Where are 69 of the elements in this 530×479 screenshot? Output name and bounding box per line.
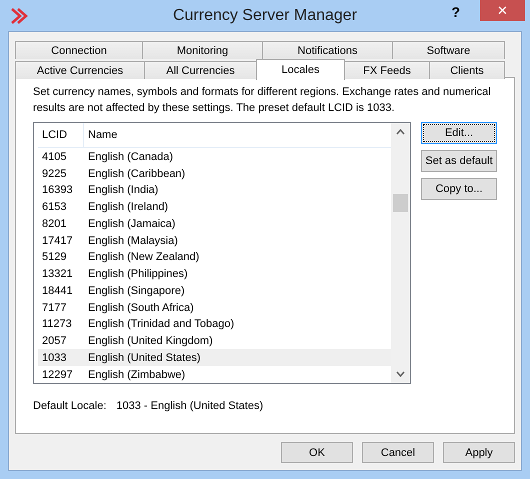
name-cell-text: English (Singapore): [87, 284, 186, 297]
lcid-cell-text: 12297: [41, 368, 74, 381]
list-row[interactable]: 6153 English (Ireland): [38, 198, 391, 216]
name-cell-text: English (United Kingdom): [87, 335, 214, 348]
lcid-cell-text: 13321: [41, 268, 74, 280]
list-row[interactable]: 2057 English (United Kingdom): [38, 332, 391, 350]
lcid-cell-text: 11273: [41, 318, 73, 330]
scroll-down-icon[interactable]: [396, 371, 405, 377]
lcid-cell-text: 8201: [41, 218, 68, 230]
list-row[interactable]: 11273 English (Trinidad and Tobago): [38, 316, 391, 333]
name-cell-text: English (Zimbabwe): [87, 368, 186, 381]
dialog-button[interactable]: OK: [281, 442, 353, 463]
list-row[interactable]: 13321 English (Philippines): [38, 266, 391, 283]
name-cell-text: English (United States): [87, 352, 202, 364]
list-row[interactable]: 7177 English (South Africa): [38, 299, 391, 316]
lcid-cell-text: 1033: [41, 352, 68, 364]
tab[interactable]: Clients: [429, 61, 505, 79]
name-cell-text: English (India): [87, 184, 160, 196]
tab[interactable]: Monitoring: [142, 41, 263, 59]
help-button[interactable]: ?: [447, 2, 464, 22]
scrollbar[interactable]: [391, 123, 410, 383]
name-cell-text: English (New Zealand): [87, 251, 200, 264]
name-cell-text: English (Trinidad and Tobago): [87, 318, 236, 330]
lcid-cell-text: 16393: [41, 184, 74, 196]
list-row[interactable]: 8201 English (Jamaica): [38, 216, 391, 232]
lcid-cell-text: 9225: [41, 168, 68, 180]
dialog-button[interactable]: Cancel: [362, 442, 434, 463]
column-header[interactable]: Name: [84, 123, 391, 147]
list-row[interactable]: 18441 English (Singapore): [38, 282, 391, 300]
lcid-cell-text: 2057: [41, 335, 68, 348]
column-header[interactable]: LCID: [38, 123, 84, 147]
list-row[interactable]: 12297 English (Zimbabwe): [38, 366, 391, 383]
name-cell-text: English (South Africa): [87, 302, 195, 314]
window-title: Currency Server Manager: [172, 6, 358, 24]
lcid-cell-text: 5129: [41, 251, 68, 264]
lcid-cell-text: 7177: [41, 302, 68, 314]
action-button[interactable]: Set as default: [421, 150, 497, 172]
name-cell-text: English (Canada): [87, 151, 174, 163]
list-row[interactable]: 9225 English (Caribbean): [38, 165, 391, 182]
lcid-cell-text: 18441: [41, 284, 74, 297]
list-row[interactable]: 1033 English (United States): [38, 349, 391, 366]
name-cell-text: English (Caribbean): [87, 168, 186, 180]
dialog-button[interactable]: Apply: [443, 442, 515, 463]
tab[interactable]: All Currencies: [144, 61, 257, 79]
tab[interactable]: Locales: [256, 59, 345, 80]
default-locale-value: 1033 - English (United States): [116, 400, 264, 412]
tab[interactable]: FX Feeds: [344, 61, 430, 79]
name-cell-text: English (Philippines): [87, 268, 189, 280]
close-button[interactable]: ✕: [480, 0, 525, 21]
list-row[interactable]: 5129 English (New Zealand): [38, 249, 391, 266]
list-row[interactable]: 4105 English (Canada): [38, 148, 391, 166]
action-button[interactable]: Edit...: [421, 122, 497, 144]
default-locale-label: Default Locale:: [33, 400, 106, 412]
lcid-cell-text: 17417: [41, 234, 74, 247]
action-button[interactable]: Copy to...: [421, 178, 497, 200]
scroll-thumb[interactable]: [393, 194, 408, 212]
lcid-cell-text: 6153: [41, 201, 68, 214]
tab[interactable]: Notifications: [262, 41, 393, 59]
tab[interactable]: Active Currencies: [15, 61, 145, 79]
description-text: Set currency names, symbols and formats for different regions. Exchange rates and numerical results are not affected by these settings. The preset default LCID is 1033.: [33, 85, 492, 116]
tab[interactable]: Connection: [15, 41, 143, 59]
tab[interactable]: Software: [392, 41, 505, 59]
scroll-up-icon[interactable]: [396, 129, 405, 135]
list-row[interactable]: 17417 English (Malaysia): [38, 232, 391, 250]
list-row[interactable]: 16393 English (India): [38, 182, 391, 199]
lcid-cell-text: 4105: [41, 151, 68, 163]
name-cell-text: English (Jamaica): [87, 218, 176, 230]
name-cell-text: English (Malaysia): [87, 234, 179, 247]
name-cell-text: English (Ireland): [87, 201, 170, 214]
